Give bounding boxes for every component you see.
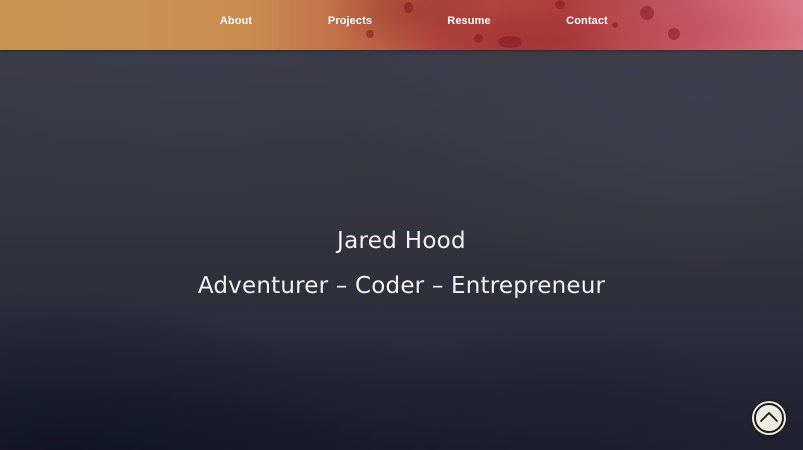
hero-title: Jared Hood (337, 228, 466, 254)
nav-link-projects[interactable]: Projects (328, 15, 372, 27)
page: Jared Hood Adventurer – Coder – Entrepre… (0, 0, 803, 450)
nav-link-resume[interactable]: Resume (447, 15, 490, 27)
nav-link-contact[interactable]: Contact (566, 15, 608, 27)
site-header: About Projects Resume Contact (0, 0, 803, 50)
nav-link-about[interactable]: About (220, 15, 252, 27)
scroll-to-top-button[interactable] (752, 401, 786, 435)
hero-section: Jared Hood Adventurer – Coder – Entrepre… (0, 50, 803, 450)
main-nav: About Projects Resume Contact (0, 0, 803, 44)
chevron-up-icon (760, 412, 778, 422)
hero-subtitle: Adventurer – Coder – Entrepreneur (197, 273, 606, 299)
